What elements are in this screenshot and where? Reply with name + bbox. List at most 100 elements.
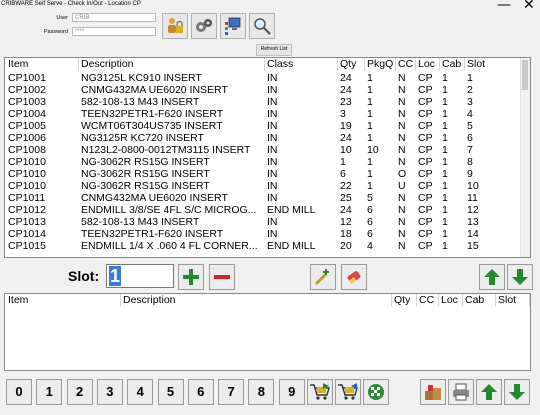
table-row[interactable]: CP1010 NG-3062R RS15G INSERT IN 6 1 O CP 1 9: [5, 168, 522, 180]
transaction-col-qty[interactable]: Qty: [392, 294, 417, 307]
keypad-digit-3[interactable]: 3: [96, 379, 123, 405]
remove-button[interactable]: [209, 264, 235, 290]
cell-loc: CP: [418, 204, 433, 216]
keypad-digit-6[interactable]: 6: [187, 379, 214, 405]
inventory-col-class[interactable]: Class: [265, 58, 338, 71]
inventory-col-pkgq[interactable]: PkgQ: [365, 58, 396, 71]
table-row[interactable]: CP1003 582-108-13 M43 INSERT IN 23 1 N CP 1 3: [5, 96, 522, 108]
keypad-digit-7[interactable]: 7: [218, 379, 245, 405]
cell-pkgq: 1: [367, 132, 373, 144]
password-field[interactable]: ****: [72, 27, 156, 36]
inventory-col-slot[interactable]: Slot: [465, 58, 522, 71]
inventory-col-description[interactable]: Description: [79, 58, 265, 71]
cell-cab: 1: [442, 240, 448, 252]
keypad-digit-5[interactable]: 5: [157, 379, 184, 405]
cell-slot: 9: [467, 168, 473, 180]
transaction-col-item[interactable]: Item: [6, 294, 121, 307]
lock-person-icon[interactable]: [162, 13, 188, 39]
cell-slot: 3: [467, 96, 473, 108]
cell-class: IN: [267, 96, 278, 108]
finish-flag-button[interactable]: [363, 379, 389, 405]
cell-slot: 1: [467, 72, 473, 84]
inventory-col-loc[interactable]: Loc: [416, 58, 440, 71]
cell-loc: CP: [418, 228, 433, 240]
scrollbar-thumb[interactable]: [522, 60, 528, 90]
transaction-col-loc[interactable]: Loc: [439, 294, 463, 307]
magnifier-icon[interactable]: [249, 13, 275, 39]
cell-slot: 8: [467, 156, 473, 168]
computer-tree-icon[interactable]: [220, 13, 246, 39]
inventory-col-cab[interactable]: Cab: [440, 58, 465, 71]
cell-cc: N: [398, 240, 406, 252]
cell-description: TEEN32PETR1-F620 INSERT: [81, 108, 224, 120]
bottom-down-button[interactable]: [504, 379, 530, 405]
transaction-col-description[interactable]: Description: [121, 294, 392, 307]
keypad-digit-2[interactable]: 2: [66, 379, 93, 405]
slot-input[interactable]: 1: [106, 264, 174, 288]
scroll-up-button[interactable]: [479, 264, 505, 290]
add-button[interactable]: [178, 264, 204, 290]
table-row[interactable]: CP1001 NG3125L KC910 INSERT IN 24 1 N CP 1 1: [5, 72, 522, 84]
table-row[interactable]: CP1015 ENDMILL 1/4 X .060 4 FL CORNER... E…: [5, 240, 522, 252]
boxes-icon: [425, 385, 441, 400]
user-field[interactable]: CRIB: [72, 13, 156, 22]
inventory-scrollbar[interactable]: [520, 58, 530, 257]
table-row[interactable]: CP1013 582-108-13 M43 INSERT IN 12 6 N CP 1 13: [5, 216, 522, 228]
cell-item: CP1006: [8, 132, 46, 144]
table-row[interactable]: CP1010 NG-3062R RS15G INSERT IN 22 1 U CP 1 10: [5, 180, 522, 192]
table-row[interactable]: CP1012 ENDMILL 3/8/SE 4FL S/C MICROG... EN…: [5, 204, 522, 216]
table-row[interactable]: CP1004 TEEN32PETR1-F620 INSERT IN 3 1 N CP 1 4: [5, 108, 522, 120]
cell-slot: 11: [467, 192, 478, 204]
table-row[interactable]: CP1008 N123L2-0800-0012TM3115 INSERT IN 10 1…: [5, 144, 522, 156]
table-row[interactable]: CP1006 NG3125R KC720 INSERT IN 24 1 N CP 1 6: [5, 132, 522, 144]
cell-qty: 3: [340, 108, 346, 120]
inventory-col-cc[interactable]: CC: [396, 58, 416, 71]
cell-cc: N: [398, 204, 406, 216]
bottom-up-button[interactable]: [476, 379, 502, 405]
table-row[interactable]: CP1014 TEEN32PETR1-F620 INSERT IN 18 6 N CP 1 14: [5, 228, 522, 240]
close-button[interactable]: ✕: [523, 0, 535, 12]
transaction-col-cc[interactable]: CC: [417, 294, 439, 307]
refresh-list-button[interactable]: Refresh List: [256, 44, 292, 56]
cell-description: CNMG432MA UE6020 INSERT: [81, 84, 228, 96]
transaction-col-slot[interactable]: Slot: [496, 294, 530, 307]
cell-slot: 10: [467, 180, 479, 192]
add-item-wand-button[interactable]: [310, 264, 336, 290]
scroll-down-button[interactable]: [507, 264, 533, 290]
gears-icon[interactable]: [191, 13, 217, 39]
cell-class: IN: [267, 144, 278, 156]
table-row[interactable]: CP1010 NG-3062R RS15G INSERT IN 1 1 N CP 1 8: [5, 156, 522, 168]
keypad-digit-8[interactable]: 8: [248, 379, 275, 405]
keypad-digit-9[interactable]: 9: [278, 379, 305, 405]
checkin-cart-button[interactable]: [335, 379, 361, 405]
cell-cab: 1: [442, 120, 448, 132]
keypad-digit-1[interactable]: 1: [36, 379, 63, 405]
cell-cab: 1: [442, 216, 448, 228]
minimize-button[interactable]: —: [497, 0, 511, 12]
cell-pkgq: 1: [367, 72, 373, 84]
cell-slot: 4: [467, 108, 473, 120]
erase-item-button[interactable]: [341, 264, 367, 290]
inventory-col-qty[interactable]: Qty: [338, 58, 365, 71]
transaction-col-cab[interactable]: Cab: [463, 294, 496, 307]
cell-loc: CP: [418, 132, 433, 144]
cart-out-icon: [310, 383, 330, 400]
cell-class: IN: [267, 108, 278, 120]
print-button[interactable]: [448, 379, 474, 405]
table-row[interactable]: CP1002 CNMG432MA UE6020 INSERT IN 24 1 N CP 1 2: [5, 84, 522, 96]
checkout-cart-button[interactable]: [307, 379, 333, 405]
inventory-boxes-button[interactable]: [420, 379, 446, 405]
table-row[interactable]: CP1005 WCMT06T304US735 INSERT IN 19 1 N CP 1 5: [5, 120, 522, 132]
keypad-digit-0[interactable]: 0: [6, 379, 32, 405]
cell-cc: O: [398, 168, 407, 180]
inventory-col-item[interactable]: Item: [6, 58, 79, 71]
cell-class: IN: [267, 156, 278, 168]
keypad-digit-4[interactable]: 4: [127, 379, 154, 405]
cell-item: CP1001: [8, 72, 46, 84]
cell-item: CP1010: [8, 180, 46, 192]
window-title: CRIBWARE Self Serve - Check In/Out - Loc…: [1, 1, 141, 7]
cell-cab: 1: [442, 204, 448, 216]
cell-description: ENDMILL 3/8/SE 4FL S/C MICROG...: [81, 204, 257, 216]
table-row[interactable]: CP1011 CNMG432MA UE6020 INSERT IN 25 5 N CP 1 11: [5, 192, 522, 204]
cell-class: END MILL: [267, 204, 316, 216]
